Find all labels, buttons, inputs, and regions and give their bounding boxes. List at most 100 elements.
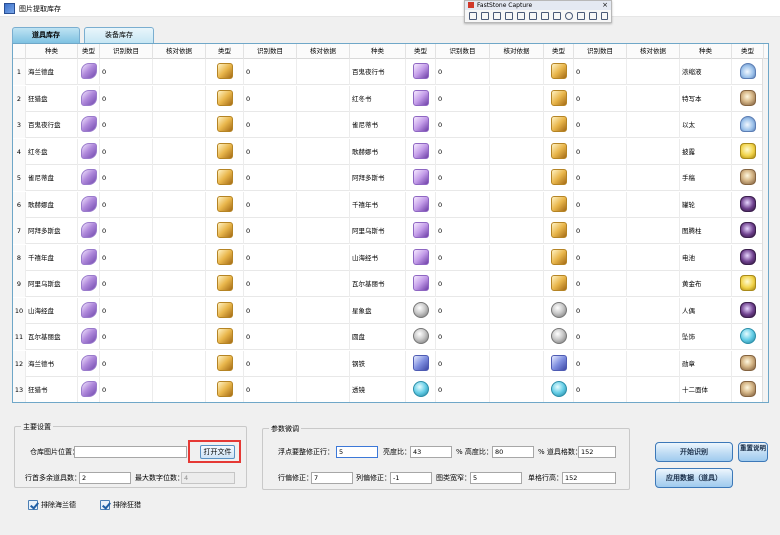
tab-item-inventory[interactable]: 道具库存	[12, 27, 80, 43]
verification-cell[interactable]	[297, 165, 350, 191]
item-type-cell[interactable]	[78, 324, 100, 350]
capture-window-icon[interactable]	[469, 12, 477, 20]
column-header[interactable]	[13, 44, 26, 59]
item-name-cell[interactable]: 阿拜多斯盘	[26, 218, 78, 244]
verification-cell[interactable]	[297, 218, 350, 244]
item-type-cell[interactable]	[206, 377, 244, 402]
item-type-cell[interactable]	[732, 165, 764, 191]
item-type-cell[interactable]	[406, 350, 436, 377]
row-number[interactable]: 6	[13, 191, 26, 218]
row-number[interactable]: 7	[13, 218, 26, 244]
row-number[interactable]: 5	[13, 165, 26, 191]
verification-cell[interactable]	[627, 377, 680, 402]
item-type-cell[interactable]	[406, 59, 436, 85]
column-header[interactable]: 种类	[26, 44, 78, 59]
item-type-cell[interactable]	[78, 350, 100, 377]
item-type-cell[interactable]	[78, 271, 100, 297]
recognized-count-cell[interactable]: 0	[244, 271, 297, 297]
verification-cell[interactable]	[627, 324, 680, 350]
verification-cell[interactable]	[153, 112, 206, 138]
item-name-cell[interactable]: 黄金布	[680, 271, 732, 297]
item-name-cell[interactable]: 雀尼蒂书	[350, 112, 406, 138]
height-ratio-input[interactable]: 80	[492, 446, 534, 458]
item-type-cell[interactable]	[406, 218, 436, 244]
table-row[interactable]: 9 阿里乌斯盘 0 0 瓦尔基丽书 0 0 黄金布	[13, 271, 768, 297]
item-name-cell[interactable]: 特写本	[680, 85, 732, 112]
start-recognition-button[interactable]: 开始识别	[655, 442, 733, 462]
column-header[interactable]: 类型	[732, 44, 764, 59]
column-header[interactable]: 识别数目	[100, 44, 153, 59]
recognized-count-cell[interactable]: 0	[100, 191, 153, 218]
item-name-cell[interactable]: 电池	[680, 244, 732, 271]
recognized-count-cell[interactable]: 0	[436, 138, 490, 165]
column-header[interactable]: 核对依据	[490, 44, 544, 59]
row-number[interactable]: 13	[13, 377, 26, 402]
verification-cell[interactable]	[627, 85, 680, 112]
item-type-cell[interactable]	[544, 59, 574, 85]
item-type-cell[interactable]	[78, 85, 100, 112]
verification-cell[interactable]	[297, 350, 350, 377]
column-header[interactable]: 类型	[78, 44, 100, 59]
verification-cell[interactable]	[627, 297, 680, 324]
recognized-count-cell[interactable]: 0	[244, 191, 297, 218]
recognized-count-cell[interactable]: 0	[244, 297, 297, 324]
item-type-cell[interactable]	[544, 85, 574, 112]
column-header[interactable]: 识别数目	[574, 44, 627, 59]
verification-cell[interactable]	[490, 138, 544, 165]
recognized-count-cell[interactable]: 0	[244, 350, 297, 377]
recognized-count-cell[interactable]: 0	[574, 165, 627, 191]
row-number[interactable]: 8	[13, 244, 26, 271]
item-type-cell[interactable]	[544, 324, 574, 350]
recognized-count-cell[interactable]: 0	[436, 377, 490, 402]
verification-cell[interactable]	[627, 191, 680, 218]
table-row[interactable]: 5 雀尼蒂盘 0 0 阿拜多斯书 0 0 手稿	[13, 165, 768, 191]
item-type-cell[interactable]	[406, 112, 436, 138]
recognized-count-cell[interactable]: 0	[436, 112, 490, 138]
recognized-count-cell[interactable]: 0	[574, 350, 627, 377]
verification-cell[interactable]	[627, 138, 680, 165]
item-name-cell[interactable]: 阿里乌斯书	[350, 218, 406, 244]
recognized-count-cell[interactable]: 0	[100, 112, 153, 138]
row-number[interactable]: 2	[13, 85, 26, 112]
row-number[interactable]: 11	[13, 324, 26, 350]
recognized-count-cell[interactable]: 0	[574, 112, 627, 138]
recognized-count-cell[interactable]: 0	[100, 244, 153, 271]
column-header[interactable]: 类型	[406, 44, 436, 59]
item-name-cell[interactable]: 人偶	[680, 297, 732, 324]
column-header[interactable]: 核对依据	[297, 44, 350, 59]
tab-equipment-inventory[interactable]: 装备库存	[84, 27, 154, 43]
apply-data-button[interactable]: 应用数据（道具）	[655, 468, 733, 488]
faststone-close-button[interactable]: ×	[602, 1, 608, 9]
item-name-cell[interactable]: 千禧年盘	[26, 244, 78, 271]
item-type-cell[interactable]	[206, 138, 244, 165]
table-row[interactable]: 2 狂猎盘 0 0 红冬书 0 0 特写本	[13, 85, 768, 112]
verification-cell[interactable]	[490, 324, 544, 350]
recognized-count-cell[interactable]: 0	[100, 297, 153, 324]
verification-cell[interactable]	[153, 350, 206, 377]
table-row[interactable]: 6 歌赫娜盘 0 0 千禧年书 0 0 罐轮	[13, 191, 768, 218]
recognized-count-cell[interactable]: 0	[436, 85, 490, 112]
recognized-count-cell[interactable]: 0	[574, 59, 627, 85]
recognized-count-cell[interactable]: 0	[244, 165, 297, 191]
item-type-cell[interactable]	[406, 85, 436, 112]
verification-cell[interactable]	[153, 244, 206, 271]
verification-cell[interactable]	[627, 244, 680, 271]
verification-cell[interactable]	[297, 297, 350, 324]
table-row[interactable]: 11 瓦尔基丽盘 0 0 圆盘 0 0 坠饰	[13, 324, 768, 350]
verification-cell[interactable]	[297, 271, 350, 297]
screen-recorder-icon[interactable]	[553, 12, 561, 20]
verification-cell[interactable]	[627, 165, 680, 191]
item-name-cell[interactable]: 坠饰	[680, 324, 732, 350]
verification-cell[interactable]	[490, 59, 544, 85]
column-header[interactable]: 识别数目	[436, 44, 490, 59]
item-type-cell[interactable]	[206, 297, 244, 324]
item-type-cell[interactable]	[406, 271, 436, 297]
item-name-cell[interactable]: 星象盘	[350, 297, 406, 324]
exclude-wildhunt-checkbox[interactable]	[100, 500, 110, 510]
item-type-cell[interactable]	[732, 271, 764, 297]
exclude-highlander-checkbox[interactable]	[28, 500, 38, 510]
item-type-cell[interactable]	[544, 271, 574, 297]
column-header[interactable]: 种类	[680, 44, 732, 59]
row-number[interactable]: 12	[13, 350, 26, 377]
settings-icon[interactable]	[589, 12, 597, 20]
